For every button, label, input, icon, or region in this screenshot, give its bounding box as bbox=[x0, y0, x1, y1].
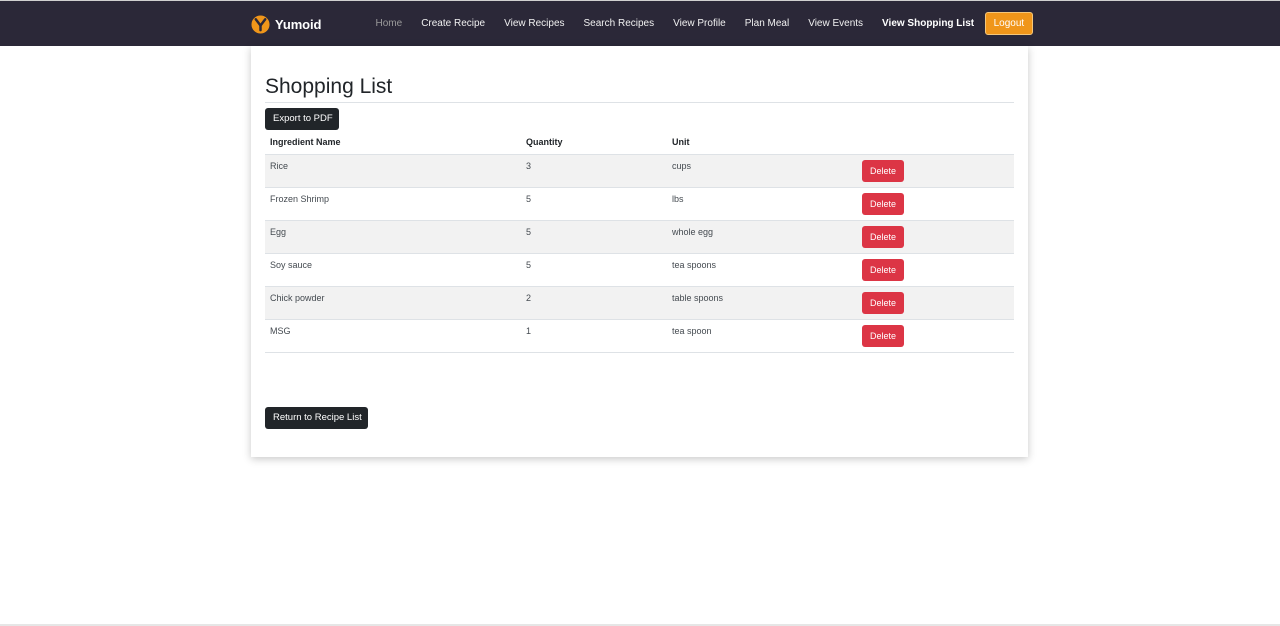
table-header-row: Ingredient Name Quantity Unit bbox=[265, 131, 1014, 154]
action-cell: Delete bbox=[857, 187, 1014, 221]
navbar: Yumoid Home Create Recipe View Recipes S… bbox=[0, 0, 1280, 46]
ingredient-name: Chick powder bbox=[265, 286, 521, 320]
ingredient-unit: cups bbox=[667, 153, 857, 188]
ingredient-quantity: 3 bbox=[521, 153, 667, 188]
table-row: Chick powder 2 table spoons Delete bbox=[265, 286, 1014, 320]
ingredient-unit: table spoons bbox=[667, 286, 857, 320]
ingredient-name: MSG bbox=[265, 319, 521, 353]
action-cell: Delete bbox=[857, 286, 1014, 320]
delete-button[interactable]: Delete bbox=[862, 291, 904, 314]
ingredient-name: Frozen Shrimp bbox=[265, 187, 521, 221]
header-actions bbox=[857, 131, 1014, 154]
table-row: Frozen Shrimp 5 lbs Delete bbox=[265, 187, 1014, 221]
header-quantity: Quantity bbox=[526, 137, 563, 148]
header-unit: Unit bbox=[672, 137, 690, 148]
ingredient-name: Rice bbox=[265, 153, 521, 188]
delete-button[interactable]: Delete bbox=[862, 258, 904, 281]
brand-link[interactable]: Yumoid bbox=[251, 13, 321, 35]
shopping-list-table: Ingredient Name Quantity Unit Rice 3 cup… bbox=[265, 131, 1014, 353]
nav-link-view-shopping-list[interactable]: View Shopping List bbox=[873, 12, 984, 35]
table-row: Soy sauce 5 tea spoons Delete bbox=[265, 253, 1014, 287]
action-cell: Delete bbox=[857, 153, 1014, 188]
return-to-recipe-list-button[interactable]: Return to Recipe List bbox=[265, 407, 368, 429]
ingredient-name: Soy sauce bbox=[265, 253, 521, 287]
table-row: Egg 5 whole egg Delete bbox=[265, 220, 1014, 254]
ingredient-quantity: 5 bbox=[521, 220, 667, 254]
ingredient-unit: whole egg bbox=[667, 220, 857, 254]
table-row: Rice 3 cups Delete bbox=[265, 153, 1014, 188]
ingredient-quantity: 1 bbox=[521, 319, 667, 353]
export-pdf-button[interactable]: Export to PDF bbox=[265, 108, 339, 130]
ingredient-quantity: 5 bbox=[521, 187, 667, 221]
brand-name: Yumoid bbox=[275, 16, 322, 32]
delete-button[interactable]: Delete bbox=[862, 192, 904, 215]
ingredient-unit: tea spoon bbox=[667, 319, 857, 353]
shopping-list-card: Shopping List Export to PDF Ingredient N… bbox=[251, 46, 1028, 457]
nav-link-view-profile[interactable]: View Profile bbox=[664, 12, 736, 35]
delete-button[interactable]: Delete bbox=[862, 324, 904, 347]
nav-link-create-recipe[interactable]: Create Recipe bbox=[412, 12, 495, 35]
ingredient-unit: tea spoons bbox=[667, 253, 857, 287]
page-title: Shopping List bbox=[265, 75, 393, 98]
delete-button[interactable]: Delete bbox=[862, 225, 904, 248]
ingredient-name: Egg bbox=[265, 220, 521, 254]
nav-links: Home Create Recipe View Recipes Search R… bbox=[366, 12, 1034, 35]
action-cell: Delete bbox=[857, 220, 1014, 254]
nav-link-view-recipes[interactable]: View Recipes bbox=[495, 12, 574, 35]
ingredient-quantity: 2 bbox=[521, 286, 667, 320]
action-cell: Delete bbox=[857, 319, 1014, 353]
ingredient-quantity: 5 bbox=[521, 253, 667, 287]
nav-link-view-events[interactable]: View Events bbox=[799, 12, 873, 35]
delete-button[interactable]: Delete bbox=[862, 159, 904, 182]
nav-link-home[interactable]: Home bbox=[366, 12, 412, 35]
yumoid-logo-icon bbox=[251, 14, 270, 34]
logout-button[interactable]: Logout bbox=[984, 12, 1034, 35]
title-divider bbox=[265, 102, 1014, 103]
nav-link-plan-meal[interactable]: Plan Meal bbox=[735, 12, 798, 35]
nav-link-search-recipes[interactable]: Search Recipes bbox=[574, 12, 664, 35]
ingredient-unit: lbs bbox=[667, 187, 857, 221]
action-cell: Delete bbox=[857, 253, 1014, 287]
header-ingredient-name: Ingredient Name bbox=[270, 137, 341, 148]
table-row: MSG 1 tea spoon Delete bbox=[265, 319, 1014, 353]
